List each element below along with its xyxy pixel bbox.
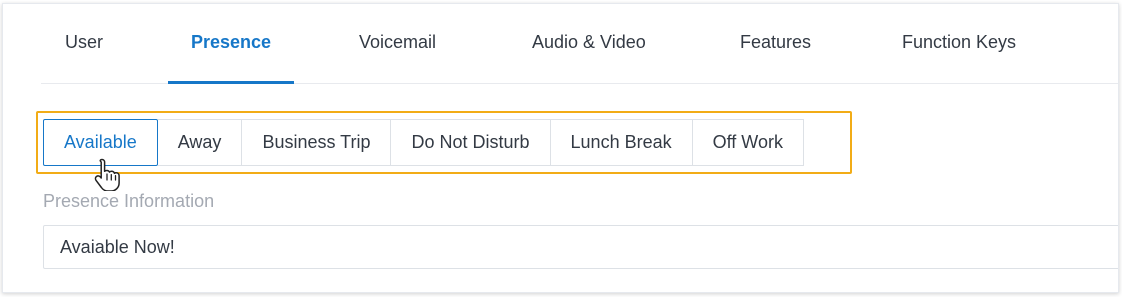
presence-information-input[interactable]: [43, 225, 1118, 269]
tab-presence[interactable]: Presence: [191, 32, 271, 84]
status-lunch-break-button[interactable]: Lunch Break: [550, 119, 693, 166]
presence-status-selector: Available Away Business Trip Do Not Dist…: [43, 119, 804, 166]
status-away-button[interactable]: Away: [157, 119, 243, 166]
hand-pointer-icon: [94, 158, 120, 191]
status-do-not-disturb-button[interactable]: Do Not Disturb: [391, 119, 551, 166]
tab-voicemail[interactable]: Voicemail: [359, 32, 436, 84]
active-tab-indicator: [168, 81, 294, 84]
status-off-work-button[interactable]: Off Work: [692, 119, 804, 166]
status-business-trip-button[interactable]: Business Trip: [242, 119, 392, 166]
tab-audio-video[interactable]: Audio & Video: [532, 32, 646, 84]
presence-information-label: Presence Information: [43, 191, 215, 211]
tab-user[interactable]: User: [65, 32, 103, 84]
tab-function-keys[interactable]: Function Keys: [902, 32, 1016, 84]
tab-features[interactable]: Features: [740, 32, 811, 84]
presence-settings-panel: User Presence Voicemail Audio & Video Fe…: [2, 3, 1119, 293]
settings-tab-bar: User Presence Voicemail Audio & Video Fe…: [41, 4, 1118, 84]
